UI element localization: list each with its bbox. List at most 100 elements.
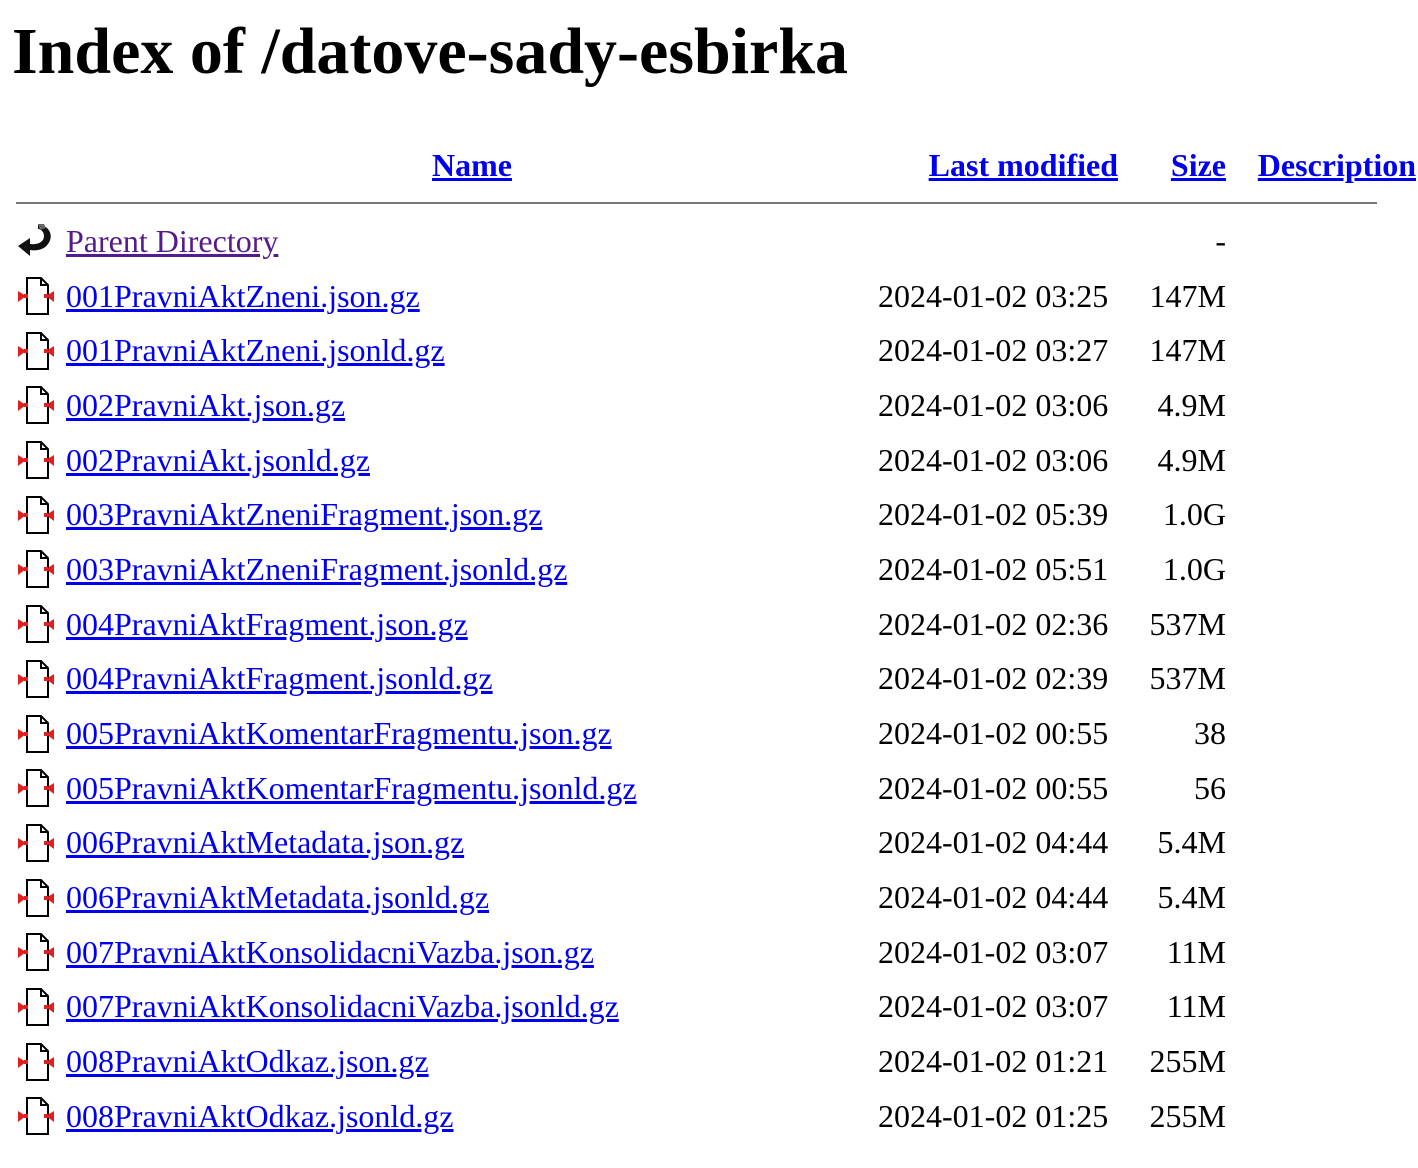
compressed-file-icon: [18, 331, 54, 370]
file-modified: 2024-01-02 01:21: [878, 1043, 1109, 1080]
file-description: [1226, 1034, 1416, 1089]
parent-directory-row: Parent Directory -: [16, 214, 1416, 269]
file-size: 537M: [1149, 605, 1226, 642]
compressed-file-icon: [18, 1042, 54, 1081]
file-row: 007PravniAktKonsolidacniVazba.jsonld.gz …: [16, 980, 1416, 1035]
file-link[interactable]: 003PravniAktZneniFragment.jsonld.gz: [66, 551, 567, 587]
file-link[interactable]: 002PravniAkt.jsonld.gz: [66, 442, 370, 478]
file-link[interactable]: 006PravniAktMetadata.jsonld.gz: [66, 879, 489, 915]
file-row: 005PravniAktKomentarFragmentu.json.gz 20…: [16, 706, 1416, 761]
sort-by-size-link[interactable]: Size: [1171, 147, 1226, 183]
file-description: [1226, 269, 1416, 324]
file-row: 008PravniAktOdkaz.jsonld.gz 2024-01-02 0…: [16, 1089, 1416, 1144]
file-description: [1226, 378, 1416, 433]
file-modified: 2024-01-02 03:07: [878, 988, 1109, 1025]
file-description: [1226, 761, 1416, 816]
file-description: [1226, 433, 1416, 488]
file-description: [1226, 816, 1416, 871]
compressed-file-icon: [18, 605, 54, 644]
file-row: 005PravniAktKomentarFragmentu.jsonld.gz …: [16, 761, 1416, 816]
file-listing: Name Last modified Size Description Pare…: [16, 138, 1416, 1144]
file-row: 006PravniAktMetadata.jsonld.gz 2024-01-0…: [16, 870, 1416, 925]
file-size: 537M: [1149, 660, 1226, 697]
file-row: 007PravniAktKonsolidacniVazba.json.gz 20…: [16, 925, 1416, 980]
file-description: [1226, 323, 1416, 378]
file-row: 003PravniAktZneniFragment.jsonld.gz 2024…: [16, 542, 1416, 597]
size-header: Size: [1118, 138, 1226, 192]
file-link[interactable]: 005PravniAktKomentarFragmentu.json.gz: [66, 715, 612, 751]
icon-header: [16, 138, 66, 192]
file-row: 001PravniAktZneni.jsonld.gz 2024-01-02 0…: [16, 323, 1416, 378]
file-modified: 2024-01-02 02:36: [878, 605, 1109, 642]
header-row: Name Last modified Size Description: [16, 138, 1416, 192]
file-description: [1226, 652, 1416, 707]
file-row: 003PravniAktZneniFragment.json.gz 2024-0…: [16, 487, 1416, 542]
file-modified: 2024-01-02 03:06: [878, 441, 1109, 478]
file-size: 38: [1194, 715, 1226, 752]
file-link[interactable]: 004PravniAktFragment.jsonld.gz: [66, 660, 493, 696]
file-link[interactable]: 001PravniAktZneni.jsonld.gz: [66, 332, 445, 368]
file-modified: 2024-01-02 02:39: [878, 660, 1109, 697]
compressed-file-icon: [18, 659, 54, 698]
compressed-file-icon: [18, 714, 54, 753]
file-link[interactable]: 004PravniAktFragment.json.gz: [66, 606, 468, 642]
file-row: 001PravniAktZneni.json.gz 2024-01-02 03:…: [16, 269, 1416, 324]
file-size: 4.9M: [1157, 441, 1226, 478]
divider-row: [16, 192, 1416, 214]
file-modified: 2024-01-02 04:44: [878, 879, 1109, 916]
compressed-file-icon: [18, 933, 54, 972]
file-link[interactable]: 008PravniAktOdkaz.jsonld.gz: [66, 1098, 454, 1134]
file-size: 1.0G: [1162, 550, 1226, 587]
file-description: [1226, 925, 1416, 980]
sort-by-description-link[interactable]: Description: [1258, 147, 1416, 183]
file-size: 1.0G: [1162, 496, 1226, 533]
file-link[interactable]: 008PravniAktOdkaz.json.gz: [66, 1043, 429, 1079]
name-header: Name: [66, 138, 878, 192]
file-link[interactable]: 007PravniAktKonsolidacniVazba.json.gz: [66, 934, 594, 970]
compressed-file-icon: [18, 878, 54, 917]
file-modified: 2024-01-02 04:44: [878, 824, 1109, 861]
sort-by-modified-link[interactable]: Last modified: [929, 147, 1118, 183]
file-size: 56: [1194, 769, 1226, 806]
file-description: [1226, 487, 1416, 542]
file-description: [1226, 597, 1416, 652]
file-modified: 2024-01-02 03:07: [878, 933, 1109, 970]
file-description: [1226, 706, 1416, 761]
file-modified: 2024-01-02 00:55: [878, 715, 1109, 752]
file-size: 147M: [1149, 277, 1226, 314]
file-description: [1226, 542, 1416, 597]
modified-header: Last modified: [878, 138, 1118, 192]
file-link[interactable]: 002PravniAkt.json.gz: [66, 387, 345, 423]
file-row: 006PravniAktMetadata.json.gz 2024-01-02 …: [16, 816, 1416, 871]
file-description: [1226, 870, 1416, 925]
parent-directory-link[interactable]: Parent Directory: [66, 223, 278, 259]
file-link[interactable]: 005PravniAktKomentarFragmentu.jsonld.gz: [66, 770, 637, 806]
sort-by-name-link[interactable]: Name: [432, 147, 512, 183]
file-size: 255M: [1149, 1043, 1226, 1080]
file-description: [1226, 1089, 1416, 1144]
file-modified: 2024-01-02 03:27: [878, 332, 1109, 369]
file-modified: 2024-01-02 03:25: [878, 277, 1109, 314]
file-link[interactable]: 007PravniAktKonsolidacniVazba.jsonld.gz: [66, 988, 619, 1024]
file-modified: 2024-01-02 05:39: [878, 496, 1109, 533]
compressed-file-icon: [18, 495, 54, 534]
file-modified: 2024-01-02 00:55: [878, 769, 1109, 806]
file-link[interactable]: 003PravniAktZneniFragment.json.gz: [66, 496, 542, 532]
file-description: [1226, 980, 1416, 1035]
file-size: 5.4M: [1157, 824, 1226, 861]
compressed-file-icon: [18, 277, 54, 316]
file-size: 5.4M: [1157, 879, 1226, 916]
file-size: 147M: [1149, 332, 1226, 369]
file-size: 11M: [1166, 988, 1226, 1025]
file-link[interactable]: 006PravniAktMetadata.json.gz: [66, 824, 464, 860]
back-icon: [18, 224, 51, 257]
file-row: 008PravniAktOdkaz.json.gz 2024-01-02 01:…: [16, 1034, 1416, 1089]
parent-size: -: [1215, 222, 1226, 259]
compressed-file-icon: [18, 441, 54, 480]
file-row: 002PravniAkt.jsonld.gz 2024-01-02 03:06 …: [16, 433, 1416, 488]
file-size: 4.9M: [1157, 386, 1226, 423]
compressed-file-icon: [18, 769, 54, 808]
file-row: 004PravniAktFragment.jsonld.gz 2024-01-0…: [16, 652, 1416, 707]
file-link[interactable]: 001PravniAktZneni.json.gz: [66, 278, 420, 314]
compressed-file-icon: [18, 987, 54, 1026]
